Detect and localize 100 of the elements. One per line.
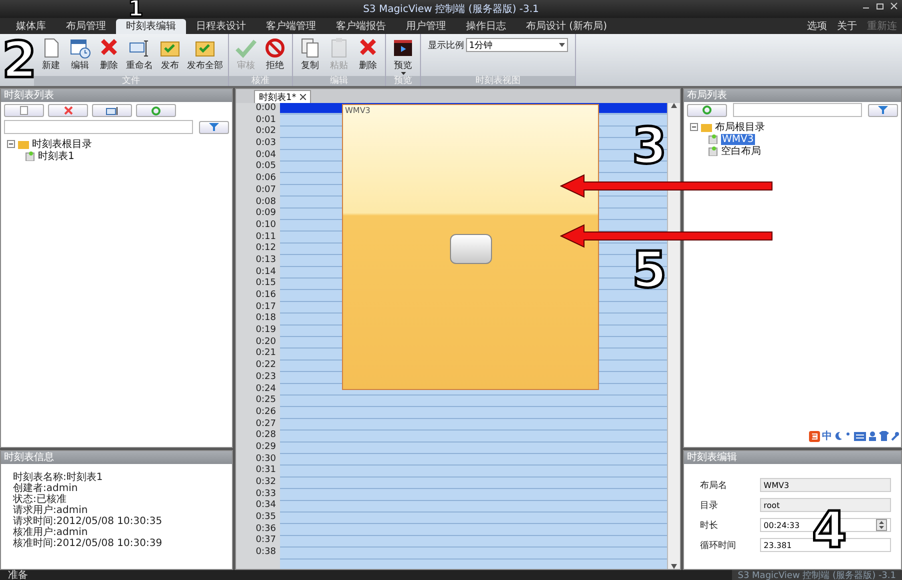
ribbon-tab[interactable]: 日程表设计 (186, 19, 256, 34)
wrench-icon[interactable] (891, 431, 899, 441)
tree-item[interactable]: 空白布局 (721, 144, 761, 158)
new-button[interactable] (4, 104, 44, 117)
time-label: 0:23 (254, 372, 277, 384)
tree-item[interactable]: 时刻表1 (38, 149, 74, 163)
time-label: 0:35 (254, 512, 277, 524)
time-label: 0:17 (254, 302, 277, 313)
status-app-name: S3 MagicView 控制端 (服务器版) -3.1 (732, 570, 902, 580)
info-line: 状态:已核准 (13, 494, 68, 505)
collapse-icon[interactable] (690, 123, 698, 131)
ribbon-tab[interactable]: 布局设计 (新布局) (516, 19, 617, 34)
toolbar-button[interactable]: 发布全部 (185, 36, 225, 73)
time-label: 0:37 (254, 535, 277, 547)
callout-number: 5 (632, 248, 667, 292)
time-label: 0:01 (254, 114, 277, 126)
tree-item[interactable]: 布局根目录 (715, 120, 765, 134)
ribbon-tab[interactable]: 客户端管理 (256, 19, 326, 34)
folder-icon (18, 140, 29, 148)
time-label: 0:24 (254, 384, 277, 395)
document-icon (25, 151, 35, 161)
info-line: 核准用户:admin (13, 527, 89, 538)
search-field[interactable] (733, 103, 862, 117)
toolbar-button[interactable]: 编辑 (66, 36, 94, 73)
search-field[interactable] (4, 120, 193, 134)
time-label: 0:06 (254, 173, 277, 185)
time-label: 0:14 (254, 266, 277, 278)
filter-button[interactable] (868, 104, 898, 116)
copy-icon (299, 37, 321, 59)
refresh-button[interactable] (687, 104, 727, 116)
time-label: 0:08 (254, 196, 277, 208)
ribbon-tab[interactable]: 时刻表编辑 (116, 19, 186, 34)
time-label: 0:10 (254, 220, 277, 232)
shirt-icon[interactable] (879, 431, 889, 441)
ribbon-tab[interactable]: 客户端报告 (326, 19, 396, 34)
close-icon[interactable] (300, 94, 306, 100)
filter-button[interactable] (199, 120, 229, 134)
toolbar-button[interactable]: 拒绝 (261, 36, 289, 73)
time-label: 0:19 (254, 325, 277, 337)
time-label: 0:34 (254, 500, 277, 512)
time-label: 0:15 (254, 278, 277, 290)
refresh-icon (151, 106, 161, 116)
resize-handle[interactable] (450, 234, 492, 264)
refresh-icon (702, 105, 712, 115)
moon-icon[interactable] (834, 431, 843, 441)
toolbar-button[interactable]: 发布 (156, 36, 184, 73)
field-label: 布局名 (700, 480, 728, 492)
refresh-button[interactable] (136, 104, 176, 117)
document-icon (708, 146, 718, 156)
zoom-dropdown[interactable]: 1分钟 (466, 38, 568, 52)
tree-item[interactable]: WMV3 (721, 134, 755, 144)
ime-logo-icon[interactable] (809, 430, 820, 442)
ribbon-tab[interactable]: 媒体库 (6, 19, 56, 34)
info-line: 时刻表名称:时刻表1 (13, 472, 104, 483)
menu-link[interactable]: 选项 (802, 19, 832, 34)
caret-icon (559, 43, 565, 47)
time-label: 0:25 (254, 395, 277, 407)
callout-number: 3 (632, 124, 667, 168)
schedule-block[interactable]: WMV3 (342, 104, 599, 390)
input-field: WMV3 (760, 478, 891, 492)
group-label: 预览 (386, 76, 420, 86)
ribbon-tab[interactable]: 用户管理 (396, 19, 456, 34)
panel-header: 时刻表列表 (1, 89, 232, 102)
ribbon-tab[interactable]: 布局管理 (56, 19, 116, 34)
delete-icon (64, 106, 72, 115)
toolbar-button[interactable]: 复制 (296, 36, 324, 73)
scrollbar[interactable] (667, 103, 680, 569)
time-label: 0:11 (254, 232, 277, 243)
filter-icon (209, 123, 219, 131)
toolbar-button[interactable]: 删除 (95, 36, 123, 73)
film-icon (392, 37, 414, 59)
panel-header: 时刻表编辑 (684, 451, 901, 464)
rename-icon (106, 106, 118, 114)
toolbar-button[interactable]: 删除 (354, 36, 382, 73)
rename-button[interactable] (92, 104, 132, 117)
status-text: 准备 (7, 570, 28, 580)
tree-item[interactable]: 时刻表根目录 (32, 137, 92, 151)
person-icon[interactable] (868, 431, 877, 441)
ime-mode[interactable]: 中 (822, 429, 832, 443)
calendar-clock-icon (69, 37, 91, 59)
collapse-icon[interactable] (7, 140, 15, 148)
maximize-icon[interactable] (876, 2, 884, 10)
zoom-label: 显示比例 (428, 40, 464, 52)
filter-icon (878, 106, 888, 114)
menu-link[interactable]: 关于 (832, 19, 862, 34)
panel-header: 时刻表信息 (1, 451, 232, 464)
time-label: 0:26 (254, 406, 277, 419)
spinner-icon[interactable] (876, 519, 887, 531)
keyboard-icon[interactable] (854, 432, 866, 440)
time-label: 0:33 (254, 488, 277, 500)
toolbar-button[interactable]: 预览 (389, 36, 417, 76)
ribbon-tab[interactable]: 操作日志 (456, 19, 516, 34)
time-label: 0:29 (254, 442, 277, 454)
document-tab[interactable]: 时刻表1* (254, 90, 312, 103)
toolbar-button[interactable]: 重命名 (124, 36, 155, 73)
time-label: 0:22 (254, 360, 277, 372)
time-label: 0:07 (254, 184, 277, 196)
group-label: 文件 (34, 76, 228, 86)
delete-button[interactable] (48, 104, 88, 117)
toolbar-button[interactable]: 新建 (37, 36, 65, 73)
